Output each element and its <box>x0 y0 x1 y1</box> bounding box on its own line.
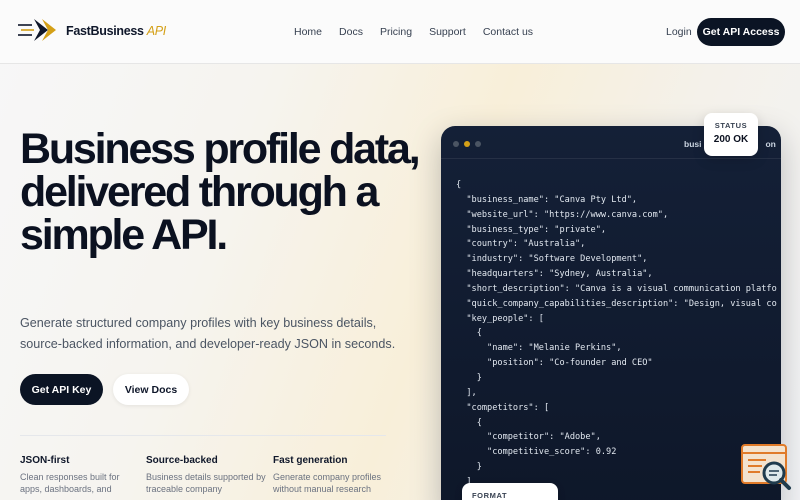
json-preview-panel: busi on { "business_name": "Canva Pty Ltd… <box>441 126 781 500</box>
code-line: "competitors": [ <box>456 402 550 413</box>
json-code-block: { "business_name": "Canva Pty Ltd", "web… <box>456 178 781 490</box>
chat-search-icon[interactable] <box>740 443 792 491</box>
feature-title: Source-backed <box>146 455 218 466</box>
code-line: { <box>456 180 462 190</box>
code-line: "business_name": "Canva Pty Ltd", <box>456 194 638 205</box>
code-line: ], <box>456 387 477 398</box>
features-divider <box>20 435 386 436</box>
feature-json-first: JSON-first Clean responses built for app… <box>20 455 140 495</box>
code-line: "short_description": "Canva is a visual … <box>456 283 777 294</box>
code-line: "key_people": [ <box>456 313 544 324</box>
brand-name: FastBusiness API <box>66 24 166 38</box>
format-label: FORMAT <box>472 491 508 500</box>
code-line: "competitive_score": 0.92 <box>456 447 617 458</box>
feature-source-backed: Source-backed Business details supported… <box>146 455 266 495</box>
feature-desc: Business details supported by traceable … <box>146 472 266 494</box>
get-api-access-button[interactable]: Get API Access <box>697 18 785 46</box>
hero-subtitle: Generate structured company profiles wit… <box>20 316 396 351</box>
brand-logo[interactable]: FastBusiness API <box>18 17 166 45</box>
code-line: "name": "Melanie Perkins", <box>456 343 622 354</box>
feature-title: Fast generation <box>273 455 348 466</box>
code-line: "position": "Co-founder and CEO" <box>456 358 653 369</box>
code-line: "headquarters": "Sydney, Australia", <box>456 269 653 280</box>
speed-arrow-icon <box>18 19 56 41</box>
window-controls <box>453 141 481 147</box>
feature-desc: Clean responses built for apps, dashboar… <box>20 472 120 494</box>
format-card: FORMAT <box>462 483 558 500</box>
status-card: STATUS 200 OK <box>704 113 758 156</box>
code-line: "quick_company_capabilities_description"… <box>456 298 777 309</box>
code-line: "industry": "Software Development", <box>456 254 648 265</box>
code-line: } <box>456 462 482 473</box>
code-line: "country": "Australia", <box>456 239 586 250</box>
feature-title: JSON-first <box>20 455 70 466</box>
view-docs-button[interactable]: View Docs <box>113 374 189 405</box>
code-line: } <box>456 372 482 383</box>
feature-desc: Generate company profiles without manual… <box>273 472 382 494</box>
status-value: 200 OK <box>713 134 749 145</box>
status-label: STATUS <box>714 121 748 130</box>
top-nav: FastBusiness API Home Docs Pricing Suppor… <box>0 0 800 64</box>
window-dot-icon <box>475 141 481 147</box>
code-line: { <box>456 328 482 339</box>
code-line: "business_type": "private", <box>456 224 607 235</box>
code-line: "competitor": "Adobe", <box>456 432 601 443</box>
nav-pricing[interactable]: Pricing <box>380 26 412 38</box>
nav-contact[interactable]: Contact us <box>483 26 533 38</box>
login-link[interactable]: Login <box>666 26 692 38</box>
nav-home[interactable]: Home <box>294 26 322 38</box>
code-line: "website_url": "https://www.canva.com", <box>456 209 669 220</box>
nav-links: Home Docs Pricing Support Contact us <box>294 26 550 38</box>
get-api-key-button[interactable]: Get API Key <box>20 374 103 405</box>
feature-fast-generation: Fast generation Generate company profile… <box>273 455 393 495</box>
nav-docs[interactable]: Docs <box>339 26 363 38</box>
nav-support[interactable]: Support <box>429 26 466 38</box>
code-line: { <box>456 417 482 428</box>
window-dot-icon <box>464 141 470 147</box>
hero-title: Business profile data, delivered through… <box>20 125 421 259</box>
panel-header-divider <box>441 158 781 159</box>
window-dot-icon <box>453 141 459 147</box>
